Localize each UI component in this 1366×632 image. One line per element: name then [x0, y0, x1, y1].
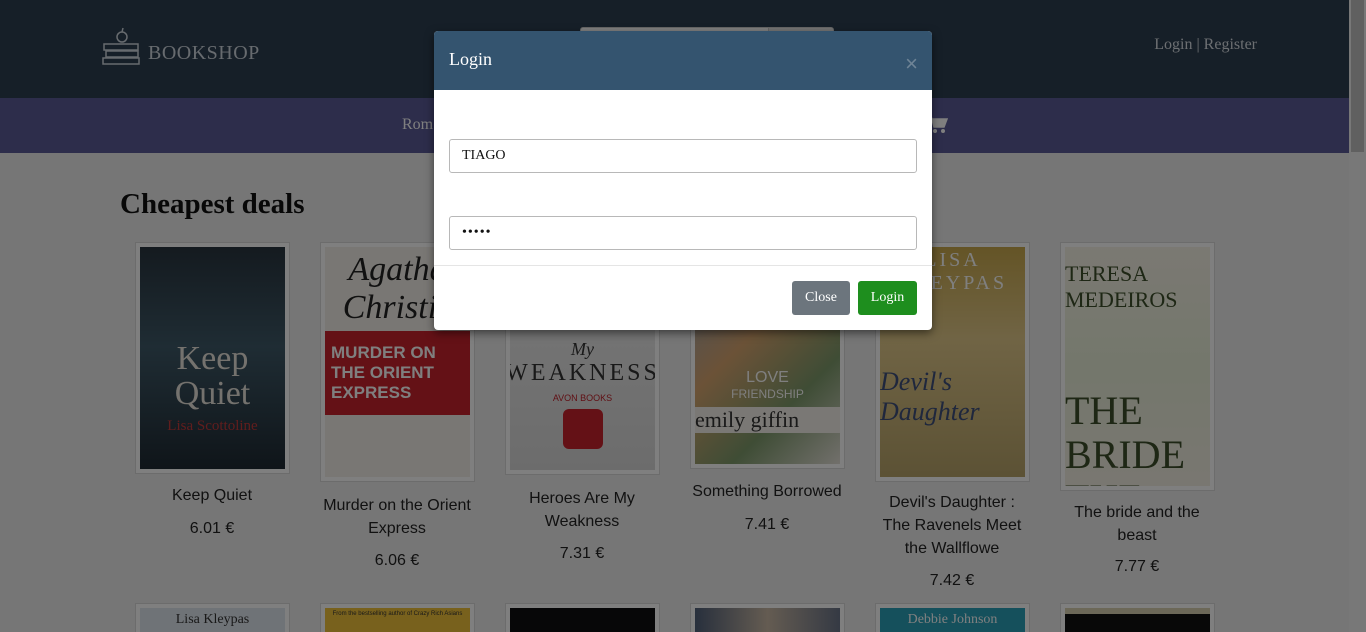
password-mask: •••••: [462, 225, 492, 240]
login-modal: Login × ••••• Close Login: [434, 31, 932, 330]
login-button[interactable]: Login: [858, 281, 917, 315]
modal-header: Login ×: [434, 31, 932, 90]
password-field[interactable]: •••••: [449, 216, 917, 250]
modal-title: Login: [449, 49, 492, 69]
close-button[interactable]: Close: [792, 281, 850, 315]
username-field[interactable]: [449, 139, 917, 173]
modal-footer-divider: [434, 265, 932, 266]
close-icon[interactable]: ×: [905, 53, 918, 75]
